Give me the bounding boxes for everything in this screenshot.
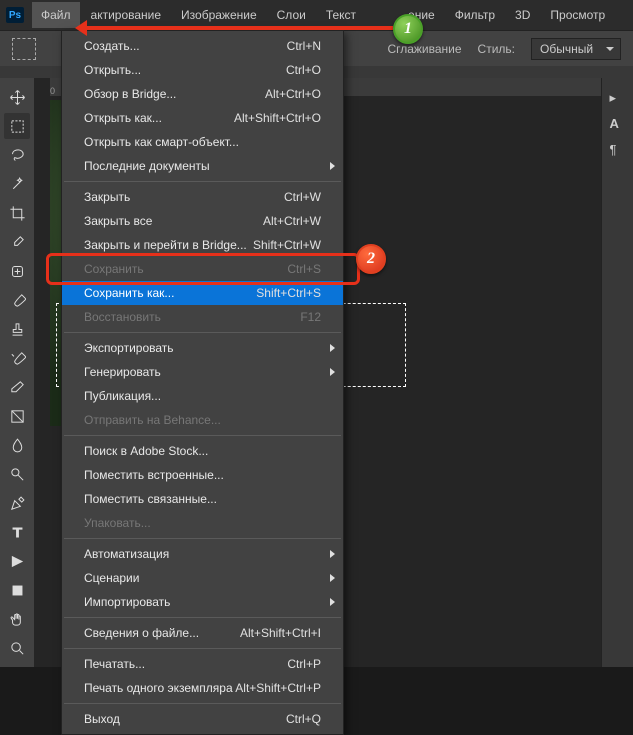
menu-item[interactable]: Генерировать [62,360,343,384]
tools-panel [0,78,34,667]
menu-file[interactable]: Файл [32,2,80,28]
tool-preview-icon[interactable] [12,38,36,60]
menu-item[interactable]: Открыть как смарт-объект... [62,130,343,154]
eraser-tool[interactable] [4,374,30,400]
type-tool[interactable] [4,519,30,545]
brush-tool[interactable] [4,287,30,313]
menu-item[interactable]: ЗакрытьCtrl+W [62,185,343,209]
panel-para-icon[interactable]: ¶ [610,142,626,158]
menu-item[interactable]: Создать...Ctrl+N [62,34,343,58]
menu-item[interactable]: Сценарии [62,566,343,590]
menu-item[interactable]: Закрыть всеAlt+Ctrl+W [62,209,343,233]
menu-view[interactable]: Просмотр [541,2,614,28]
style-dropdown[interactable]: Обычный [531,38,621,60]
menu-item: ВосстановитьF12 [62,305,343,329]
menu-item: Отправить на Behance... [62,408,343,432]
healing-tool[interactable] [4,258,30,284]
gradient-tool[interactable] [4,403,30,429]
stamp-tool[interactable] [4,316,30,342]
menu-item[interactable]: Импортировать [62,590,343,614]
callout-1: 1 [393,14,423,44]
menu-image[interactable]: Изображение [172,2,266,28]
eyedropper-tool[interactable] [4,229,30,255]
marquee-tool[interactable] [4,113,30,139]
dodge-tool[interactable] [4,461,30,487]
pen-tool[interactable] [4,490,30,516]
menu-layer[interactable]: Слои [268,2,315,28]
right-panels: ▸ A ¶ [601,78,633,667]
menu-item: СохранитьCtrl+S [62,257,343,281]
style-label: Стиль: [478,42,515,56]
wand-tool[interactable] [4,171,30,197]
rect-tool[interactable] [4,577,30,603]
menu-item[interactable]: Экспортировать [62,336,343,360]
menu-item[interactable]: Открыть...Ctrl+O [62,58,343,82]
menu-item[interactable]: Последние документы [62,154,343,178]
menu-type[interactable]: Текст [317,2,365,28]
menu-item[interactable]: Сведения о файле...Alt+Shift+Ctrl+I [62,621,343,645]
menu-item[interactable]: ВыходCtrl+Q [62,707,343,731]
menu-3d[interactable]: 3D [506,2,539,28]
move-tool[interactable] [4,84,30,110]
menu-item[interactable]: Закрыть и перейти в Bridge...Shift+Ctrl+… [62,233,343,257]
annotation-arrow [83,26,393,30]
ruler-mark: 0 [50,86,55,96]
menu-item[interactable]: Публикация... [62,384,343,408]
lasso-tool[interactable] [4,142,30,168]
hand-tool[interactable] [4,606,30,632]
menu-item: Упаковать... [62,511,343,535]
menu-item[interactable]: Поместить встроенные... [62,463,343,487]
menu-item[interactable]: Поместить связанные... [62,487,343,511]
menu-item[interactable]: Поиск в Adobe Stock... [62,439,343,463]
file-menu-dropdown: Создать...Ctrl+NОткрыть...Ctrl+OОбзор в … [61,30,344,735]
panel-a-icon[interactable]: A [610,116,626,132]
path-tool[interactable] [4,548,30,574]
menu-item[interactable]: Открыть как...Alt+Shift+Ctrl+O [62,106,343,130]
panel-icon[interactable]: ▸ [610,90,626,106]
ps-logo: Ps [6,7,24,23]
blur-tool[interactable] [4,432,30,458]
menu-item[interactable]: Автоматизация [62,542,343,566]
menu-item[interactable]: Обзор в Bridge...Alt+Ctrl+O [62,82,343,106]
menu-filter[interactable]: Фильтр [446,2,504,28]
zoom-tool[interactable] [4,635,30,661]
menu-item[interactable]: Сохранить как...Shift+Ctrl+S [62,281,343,305]
history-brush-tool[interactable] [4,345,30,371]
antialias-label: Сглаживание [387,42,461,56]
menu-item[interactable]: Печатать...Ctrl+P [62,652,343,676]
callout-2: 2 [356,244,386,274]
menu-item[interactable]: Печать одного экземпляраAlt+Shift+Ctrl+P [62,676,343,700]
menu-edit[interactable]: актирование [82,2,171,28]
crop-tool[interactable] [4,200,30,226]
